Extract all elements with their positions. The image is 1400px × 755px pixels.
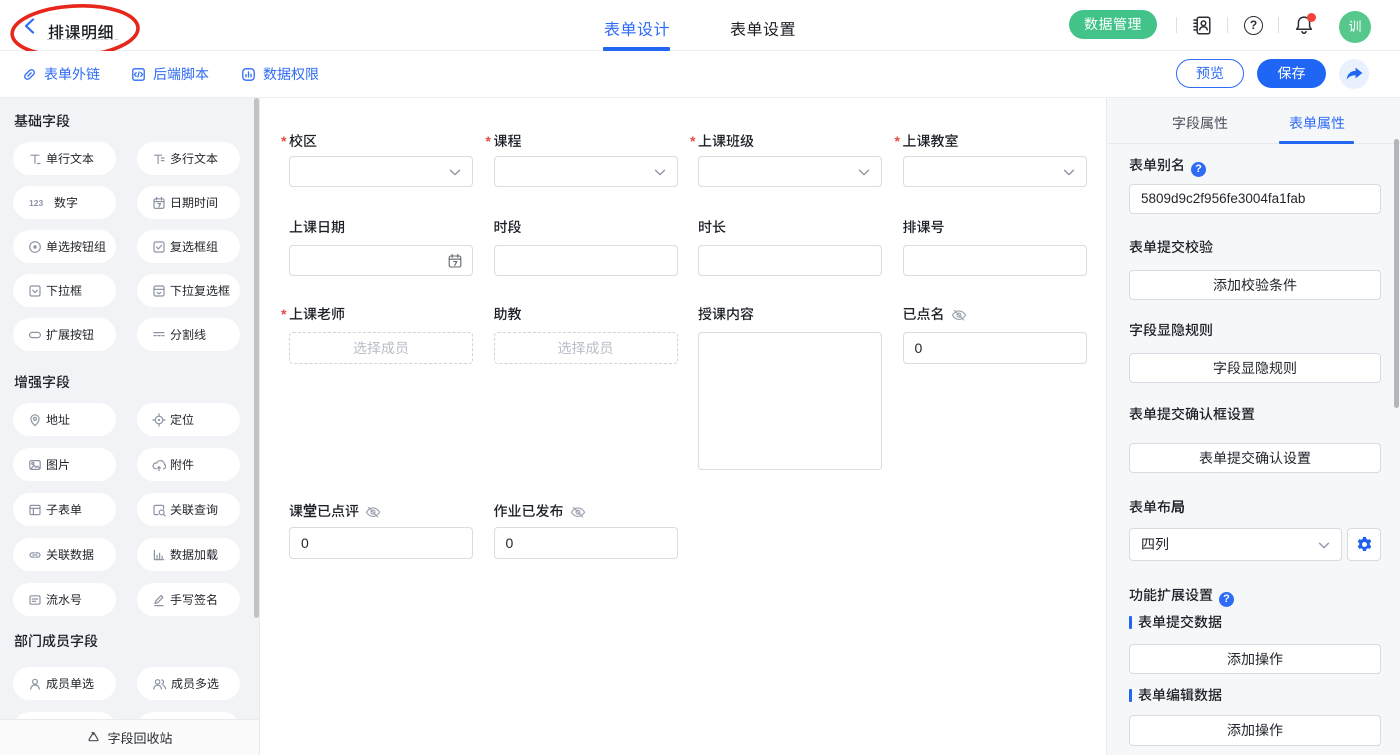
svg-text:123: 123 xyxy=(29,198,43,208)
